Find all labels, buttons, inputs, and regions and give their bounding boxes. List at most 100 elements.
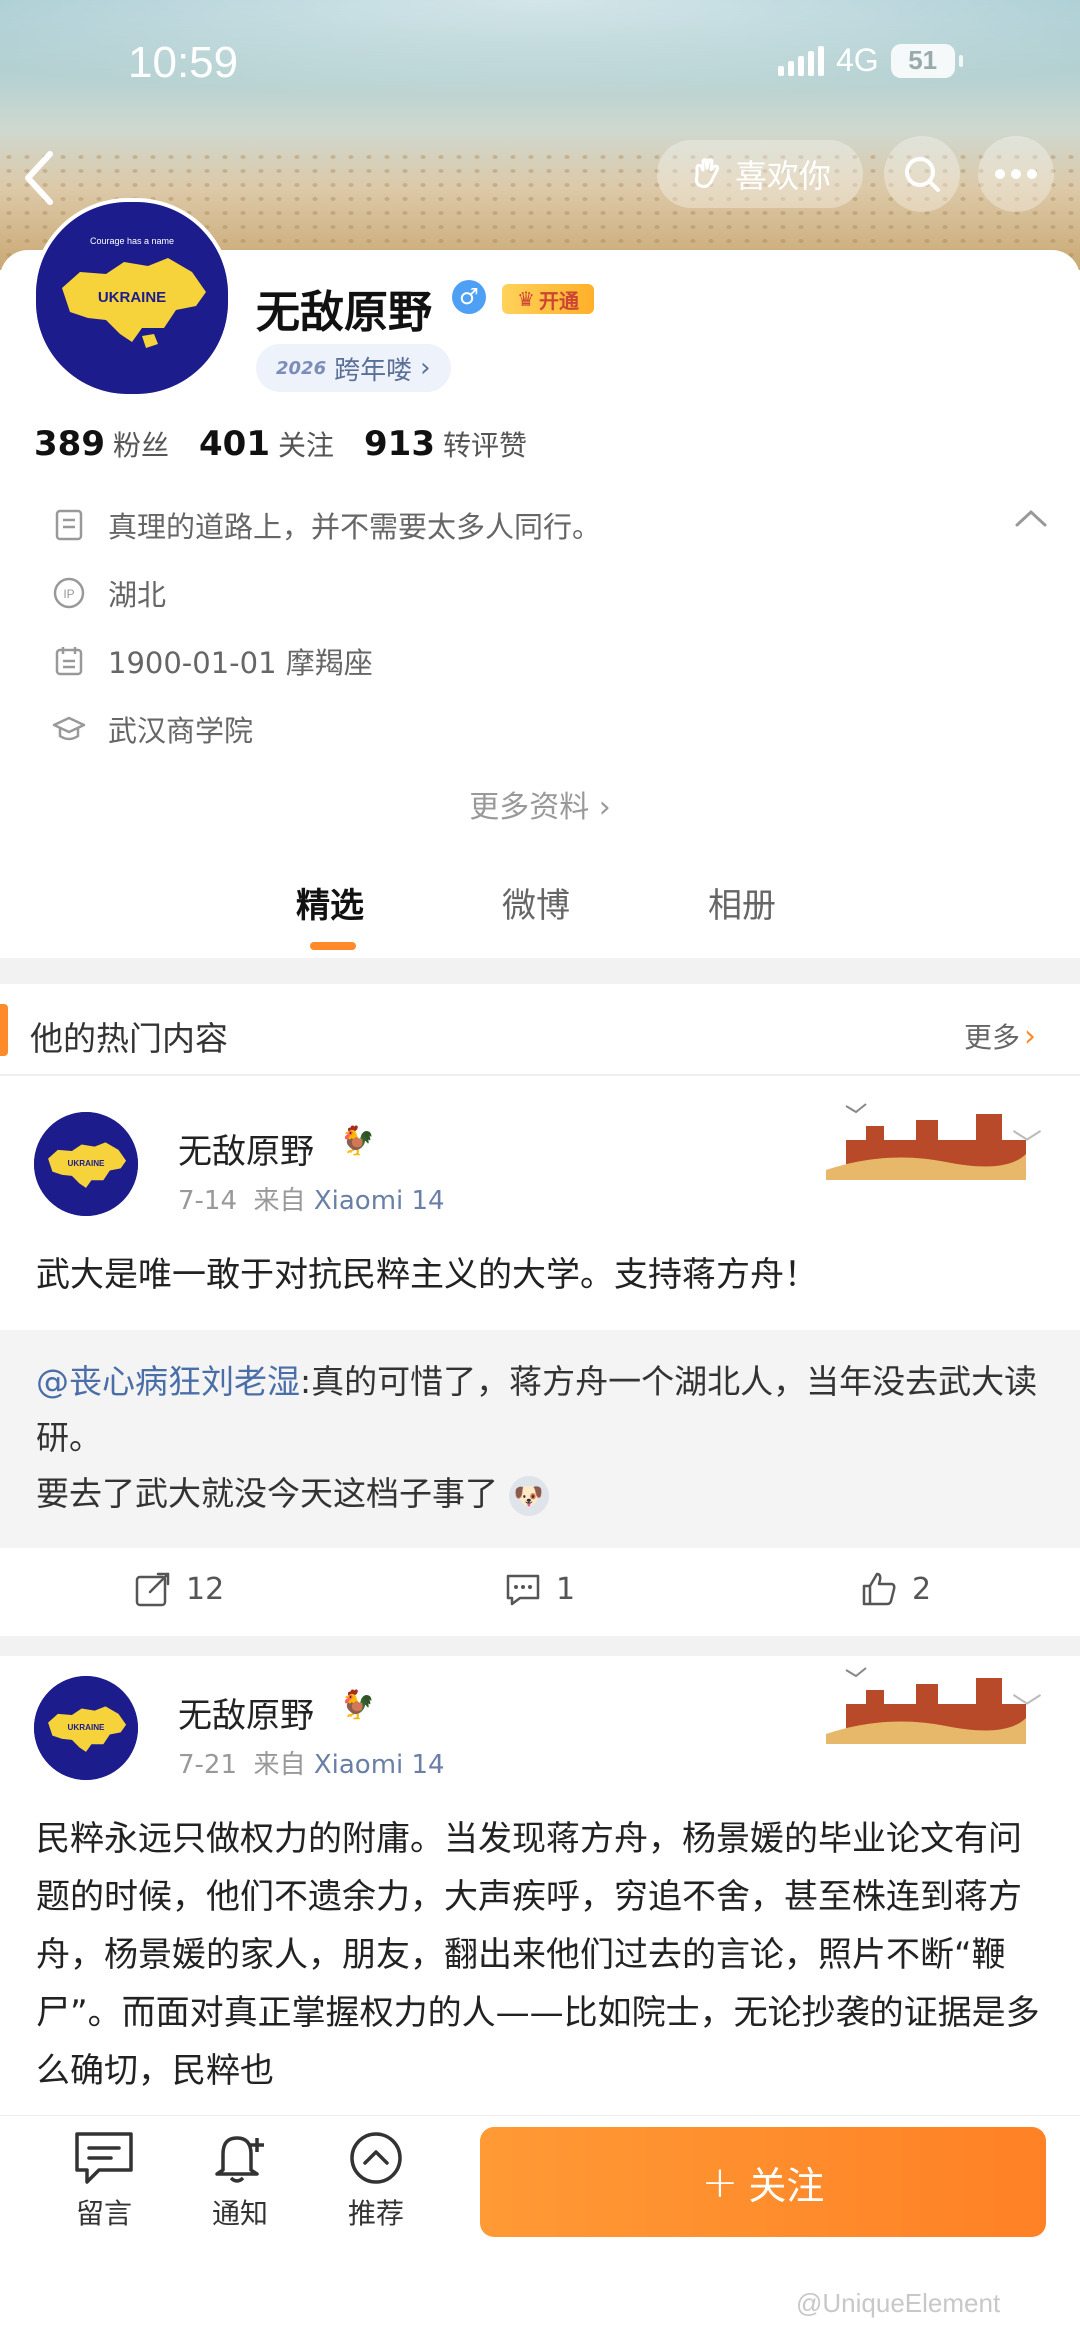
followers-stat[interactable]: 389 粉丝 (34, 424, 169, 464)
like-you-label: 喜欢你 (734, 157, 831, 195)
like-you-button[interactable]: 喜欢你 (657, 140, 863, 208)
chevron-left-icon (25, 151, 53, 205)
post-source: Xiaomi 14 (313, 1186, 445, 1216)
more-options-button[interactable] (978, 136, 1054, 212)
chevron-right-icon: › (420, 353, 431, 383)
avatar-motto: Courage has a name (90, 236, 174, 246)
post-text: 民粹永远只做权力的附庸。当发现蒋方舟，杨景媛的毕业论文有问题的时候，他们不遗余力… (36, 1819, 1040, 2091)
great-wall-decoration (826, 1654, 1026, 1744)
location-text: 湖北 (108, 578, 167, 612)
avatar-country: UKRAINE (98, 289, 166, 306)
comment-nav-button[interactable]: 留言 (54, 2130, 154, 2232)
rooster-badge-icon: 🐓 (340, 1688, 375, 1721)
hot-content-title: 他的热门内容 (30, 1019, 228, 1058)
repost-text: @丧心病狂刘老湿:真的可惜了，蒋方舟一个湖北人，当年没去武大读研。 要去了武大就… (36, 1354, 1046, 1522)
post-source: Xiaomi 14 (313, 1750, 445, 1780)
school-row: 武汉商学院 (52, 708, 253, 750)
following-stat[interactable]: 401 关注 (199, 424, 334, 464)
avatar-country: UKRAINE (68, 1159, 106, 1168)
avatar-country: UKRAINE (68, 1723, 106, 1732)
active-tab-indicator (310, 942, 356, 950)
comment-action[interactable]: 1 (504, 1570, 575, 1608)
vip-badge[interactable]: ♛ 开通 (502, 284, 594, 314)
search-icon (905, 157, 940, 192)
tab-album[interactable]: 相册 (708, 878, 776, 927)
post-options-icon[interactable]: ﹀ (1012, 1120, 1042, 1164)
likes-stat[interactable]: 913 转评赞 (364, 424, 527, 464)
birthday-row: 1900-01-01 摩羯座 (52, 640, 373, 682)
notify-nav-label: 通知 (211, 2197, 268, 2230)
more-info-label: 更多资料 (469, 790, 590, 825)
divider (0, 1074, 1080, 1076)
comment-icon (506, 1574, 540, 1606)
profile-tabs: 精选 微博 相册 (0, 878, 1080, 958)
recommend-nav-button[interactable]: 推荐 (326, 2130, 426, 2232)
repost-user[interactable]: @丧心病狂刘老湿 (36, 1362, 300, 1401)
post-avatar[interactable]: UKRAINE (34, 1676, 138, 1780)
repost-action[interactable]: 12 (134, 1570, 224, 1608)
svg-text:IP: IP (63, 587, 74, 601)
vip-label: 开通 (538, 288, 579, 313)
chevron-up-icon (1015, 509, 1047, 527)
post-author[interactable]: 无敌原野 (178, 1688, 314, 1737)
follow-button[interactable]: + 关注 (480, 2127, 1046, 2237)
location-row: IP 湖北 (52, 572, 166, 614)
chevron-right-icon: › (598, 790, 611, 825)
back-button[interactable] (20, 148, 70, 205)
search-button[interactable] (884, 136, 960, 212)
graduation-cap-icon (52, 712, 86, 746)
document-icon (52, 508, 86, 542)
profile-avatar[interactable]: Courage has a name UKRAINE (32, 198, 232, 398)
year-tag-year: 2026 (276, 357, 327, 379)
post-separator (0, 1636, 1080, 1656)
like-count: 2 (912, 1571, 932, 1607)
hot-content-accent (0, 1004, 8, 1056)
message-icon (75, 2132, 133, 2184)
post-avatar[interactable]: UKRAINE (34, 1112, 138, 1216)
birthday-text: 1900-01-01 摩羯座 (108, 646, 373, 680)
ukraine-map-avatar: UKRAINE (34, 1112, 138, 1216)
more-dots-icon (995, 169, 1037, 179)
like-action[interactable]: 2 (860, 1570, 931, 1608)
hot-content-more-link[interactable]: 更多 › (964, 1016, 1036, 1056)
bio-row: 真理的道路上，并不需要太多人同行。 (52, 504, 601, 546)
post-meta: 7-14 来自 Xiaomi 14 (178, 1180, 445, 1217)
hot-more-label: 更多 (964, 1021, 1021, 1054)
recommend-nav-label: 推荐 (347, 2197, 404, 2230)
comment-count: 1 (556, 1571, 576, 1607)
watermark: @UniqueElement (796, 2288, 1001, 2318)
share-icon (135, 1572, 170, 1607)
profile-name: 无敌原野 (256, 287, 432, 338)
ukraine-map-avatar: Courage has a name UKRAINE (36, 202, 228, 394)
status-time: 10:59 (128, 38, 239, 87)
repost-count: 12 (186, 1571, 225, 1607)
more-info-link[interactable]: 更多资料 › (0, 782, 1080, 826)
bio-text: 真理的道路上，并不需要太多人同行。 (108, 510, 602, 544)
husky-emoji-icon: 🐶 (508, 1475, 549, 1516)
collapse-button[interactable] (1014, 508, 1048, 532)
ukraine-map-avatar: UKRAINE (34, 1676, 138, 1780)
notify-nav-button[interactable]: 通知 (190, 2130, 290, 2232)
network-label: 4G (836, 42, 879, 78)
post-source-prefix: 来自 (253, 1750, 306, 1780)
year-tag[interactable]: 2026 跨年喽 › (256, 344, 451, 392)
post-options-icon[interactable]: ﹀ (1012, 1684, 1042, 1728)
tab-weibo[interactable]: 微博 (502, 878, 570, 927)
thumbs-up-icon (862, 1572, 896, 1606)
status-indicators: 4G 51 (778, 42, 963, 79)
calendar-icon (52, 644, 86, 678)
bell-plus-icon (215, 2136, 264, 2183)
hand-heart-icon (694, 158, 720, 188)
post-author[interactable]: 无敌原野 (178, 1124, 314, 1173)
great-wall-decoration (826, 1090, 1026, 1180)
year-tag-label: 跨年喽 (334, 355, 413, 386)
post-source-prefix: 来自 (253, 1186, 306, 1216)
battery-tip (958, 54, 963, 67)
post-meta: 7-21 来自 Xiaomi 14 (178, 1744, 445, 1781)
plus-icon: + (701, 2156, 739, 2208)
male-gender-icon: ♂ (452, 280, 486, 314)
comment-nav-label: 留言 (75, 2197, 132, 2230)
rooster-badge-icon: 🐓 (340, 1124, 375, 1157)
tab-featured[interactable]: 精选 (296, 878, 364, 927)
battery-icon: 51 (890, 43, 955, 78)
